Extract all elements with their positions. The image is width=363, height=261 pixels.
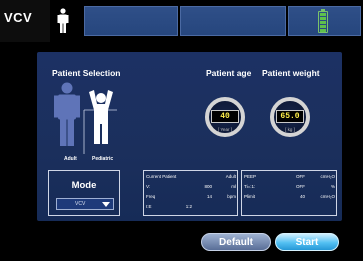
pediatric-figure-icon[interactable] xyxy=(89,90,113,144)
summary-row: V: 800 ml xyxy=(146,183,236,191)
start-button[interactable]: Start xyxy=(275,233,339,251)
summary-row: Ti=:1: OFF % xyxy=(244,183,335,191)
patient-weight-unit: [ kg ] xyxy=(285,127,295,132)
battery-icon xyxy=(318,9,328,33)
mode-select[interactable]: VCV xyxy=(56,198,114,210)
mode-box: Mode VCV xyxy=(48,170,120,216)
summary-label: V: xyxy=(146,184,151,189)
summary-row: PEEP OFF cmH₂O xyxy=(244,173,335,181)
summary-left-box: Current Patient Adult V: 800 ml Freq 14 … xyxy=(143,170,238,216)
summary-right-box: PEEP OFF cmH₂O Ti=:1: OFF % Plimit 40 cm… xyxy=(241,170,337,216)
summary-value: 14 xyxy=(206,194,212,199)
ventilation-mode-indicator: VCV xyxy=(0,0,50,42)
status-panel-2 xyxy=(180,6,286,36)
adult-label: Adult xyxy=(64,156,77,162)
patient-age-unit: [ Year ] xyxy=(217,127,232,132)
summary-value: Adult xyxy=(225,174,236,179)
adult-figure-icon[interactable] xyxy=(54,82,80,147)
summary-value: OFF xyxy=(296,174,305,179)
chevron-down-icon xyxy=(102,202,110,207)
mode-title: Mode xyxy=(71,180,97,191)
summary-label: PEEP xyxy=(244,174,257,179)
mode-select-value: VCV xyxy=(75,201,86,207)
patient-age-value[interactable]: 40 xyxy=(211,110,239,123)
top-bar: VCV xyxy=(0,0,363,42)
patient-type-selector[interactable] xyxy=(53,82,118,155)
summary-value: 1:2 xyxy=(185,204,192,209)
summary-unit: cmH₂O xyxy=(320,194,336,199)
status-panel-1 xyxy=(84,6,178,36)
summary-label: Plimit xyxy=(244,194,255,199)
summary-label: Current Patient xyxy=(146,174,177,179)
ventilation-mode-text: VCV xyxy=(4,10,33,25)
summary-row: Freq 14 bpm xyxy=(146,193,236,201)
patient-weight-title: Patient weight xyxy=(262,68,320,78)
summary-label: I:E xyxy=(146,204,152,209)
pediatric-label: Pediatric xyxy=(92,156,114,162)
patient-icon[interactable] xyxy=(56,8,70,34)
summary-unit: % xyxy=(330,184,335,189)
summary-unit: ml xyxy=(231,184,236,189)
summary-value: 800 xyxy=(204,184,212,189)
patient-weight-value[interactable]: 65.0 xyxy=(276,110,304,123)
patient-selection-title: Patient Selection xyxy=(52,68,121,78)
patient-age-title: Patient age xyxy=(206,68,252,78)
summary-row: Plimit 40 cmH₂O xyxy=(244,193,335,201)
summary-unit: bpm xyxy=(227,194,236,199)
summary-label: Ti=:1: xyxy=(244,184,256,189)
default-button[interactable]: Default xyxy=(201,233,271,251)
summary-value: OFF xyxy=(296,184,305,189)
summary-unit: cmH₂O xyxy=(320,174,336,179)
summary-row: Current Patient Adult xyxy=(146,173,236,181)
summary-row: I:E 1:2 xyxy=(146,203,236,211)
summary-value: 40 xyxy=(299,194,305,199)
summary-label: Freq xyxy=(146,194,156,199)
